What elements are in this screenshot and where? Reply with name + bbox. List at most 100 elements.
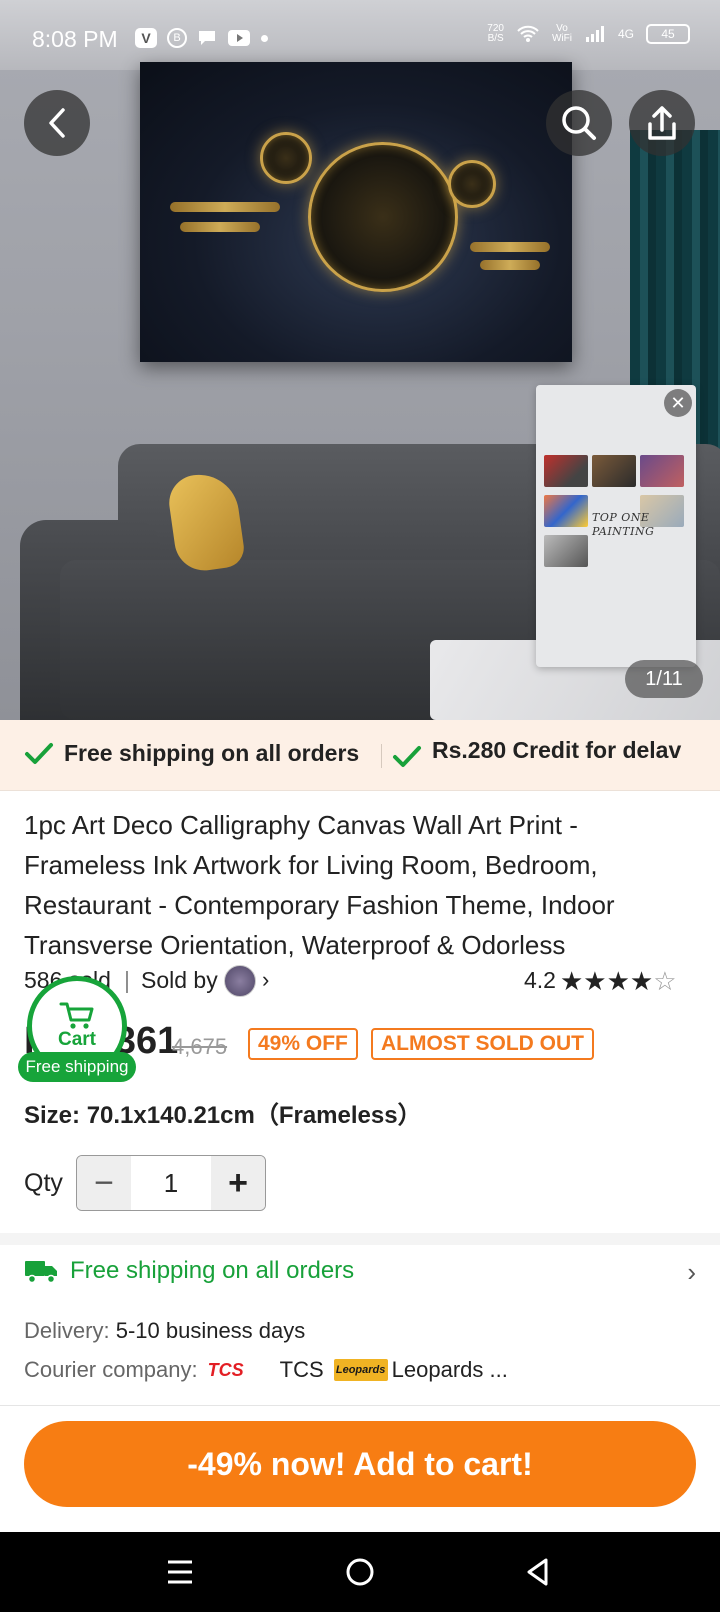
- shipping-section[interactable]: Free shipping on all orders › Delivery: …: [0, 1245, 720, 1405]
- notification-icons: V B: [135, 28, 268, 48]
- lte-label: 4G: [617, 27, 634, 41]
- chevron-right-icon[interactable]: ›: [687, 1257, 696, 1288]
- battery-level: 45: [661, 27, 675, 41]
- shipping-header[interactable]: Free shipping on all orders: [24, 1257, 354, 1285]
- promo-credit: Rs.280 Credit for delav: [392, 730, 692, 770]
- calligraphy-medallion-small: [260, 132, 312, 184]
- divider: [0, 1405, 720, 1406]
- promo-credit-text: Rs.280 Credit for delav: [432, 737, 682, 763]
- star-empty-icon: ☆: [653, 965, 677, 996]
- brand-line-1: TOP ONE: [592, 511, 650, 524]
- qty-value[interactable]: 1: [131, 1156, 211, 1210]
- product-rating[interactable]: 4.2 ★ ★ ★ ★ ☆: [524, 967, 677, 994]
- close-mini-video-button[interactable]: ✕: [664, 389, 692, 417]
- video-thumbnail: [544, 495, 588, 527]
- calligraphy-stroke: [470, 242, 550, 252]
- discount-tag: 49% OFF: [248, 1028, 358, 1060]
- calligraphy-stroke: [180, 222, 260, 232]
- battery-icon: 45: [646, 24, 690, 44]
- sold-by-label[interactable]: Sold by: [141, 967, 218, 994]
- delivery-info: Delivery: 5-10 business days: [24, 1318, 305, 1344]
- signal-icon: [585, 26, 604, 42]
- chat-icon: [199, 31, 215, 45]
- delivery-truck-icon: [25, 1261, 57, 1284]
- share-button[interactable]: [629, 90, 695, 156]
- delivery-label: Delivery:: [24, 1318, 110, 1343]
- back-triangle-icon: [527, 1558, 548, 1586]
- mini-video-player[interactable]: TOP ONE PAINTING ✕: [536, 385, 696, 667]
- plus-icon: +: [228, 1163, 248, 1202]
- calligraphy-stroke: [480, 260, 540, 270]
- quantity-stepper[interactable]: − 1 +: [76, 1155, 266, 1211]
- star-filled-icon: ★: [583, 965, 607, 996]
- youtube-icon: [228, 30, 250, 46]
- b-icon: B: [167, 28, 187, 48]
- calligraphy-medallion-small: [448, 160, 496, 208]
- chevron-left-icon: [49, 108, 65, 138]
- status-time: 8:08 PM: [32, 26, 118, 52]
- video-thumbnail: [544, 535, 588, 567]
- qty-decrease-button[interactable]: −: [77, 1156, 131, 1210]
- check-icon: [393, 746, 421, 767]
- promo-free-shipping: Free shipping on all orders: [24, 740, 359, 767]
- cart-label: Cart: [57, 1029, 96, 1050]
- floating-cart-button[interactable]: Cart Free shipping: [18, 976, 136, 1082]
- product-image-gallery[interactable]: 8:08 PM V B 720 B/S Vo WiFi 4G 45 TOP ON…: [0, 0, 720, 720]
- recent-apps-button[interactable]: [158, 1550, 202, 1594]
- leopards-logo-icon: Leopards: [333, 1359, 388, 1381]
- status-right-icons: 720 B/S Vo WiFi 4G 45: [487, 24, 690, 44]
- size-value: 70.1x140.21cm（Frameless）: [86, 1102, 422, 1129]
- cart-icon: [59, 1002, 94, 1029]
- vpn-icon: V: [135, 28, 157, 48]
- video-thumbnail: [640, 455, 684, 487]
- video-thumbnail: [544, 455, 588, 487]
- home-circle-icon: [346, 1558, 374, 1586]
- check-icon: [25, 742, 53, 764]
- size-row[interactable]: Size: 70.1x140.21cm（Frameless）: [24, 1095, 422, 1130]
- net-speed: 720 B/S: [487, 24, 504, 44]
- close-icon: ✕: [670, 392, 686, 413]
- calligraphy-stroke: [170, 202, 280, 212]
- stock-status-tag: ALMOST SOLD OUT: [371, 1028, 594, 1060]
- calligraphy-medallion: [308, 142, 458, 292]
- promo-divider: [381, 744, 382, 768]
- wifi-calling-label: WiFi: [551, 33, 572, 44]
- star-filled-icon: ★: [606, 965, 630, 996]
- menu-icon: [168, 1560, 192, 1584]
- chevron-right-icon[interactable]: ›: [262, 967, 269, 993]
- search-button[interactable]: [546, 90, 612, 156]
- add-to-cart-button[interactable]: -49% now! Add to cart!: [24, 1421, 696, 1507]
- courier-tcs: TCS: [279, 1357, 324, 1382]
- net-speed-unit: B/S: [487, 33, 504, 44]
- mini-video-brand: TOP ONE PAINTING: [592, 511, 654, 539]
- cart-free-shipping-badge: Free shipping: [18, 1052, 136, 1082]
- qty-increase-button[interactable]: +: [211, 1156, 265, 1210]
- brand-line-2: PAINTING: [592, 525, 655, 538]
- back-button[interactable]: [24, 90, 90, 156]
- quantity-row: Qty − 1 +: [24, 1155, 424, 1211]
- courier-leopards: Leopards ...: [391, 1357, 508, 1382]
- star-filled-icon: ★: [559, 965, 584, 996]
- section-divider: [0, 1233, 720, 1245]
- search-icon: [562, 106, 596, 140]
- courier-label: Courier company:: [24, 1357, 198, 1382]
- delivery-value: 5-10 business days: [115, 1318, 306, 1343]
- home-button[interactable]: [338, 1550, 382, 1594]
- shipping-title: Free shipping on all orders: [70, 1257, 355, 1284]
- product-title: 1pc Art Deco Calligraphy Canvas Wall Art…: [24, 810, 615, 960]
- star-filled-icon: ★: [629, 965, 654, 996]
- size-label: Size:: [24, 1102, 81, 1129]
- qty-label: Qty: [24, 1169, 63, 1197]
- share-icon: [648, 106, 676, 140]
- wifi-icon: [517, 25, 539, 42]
- rating-value: 4.2: [524, 967, 556, 993]
- system-nav-bar: [0, 1532, 720, 1612]
- image-page-counter: 1/11: [625, 660, 703, 698]
- volte-indicator: Vo WiFi: [552, 24, 572, 44]
- promo-strip[interactable]: Free shipping on all orders Rs.280 Credi…: [0, 720, 720, 791]
- seller-avatar[interactable]: [224, 965, 256, 997]
- promo-free-shipping-text: Free shipping on all orders: [64, 740, 360, 766]
- system-back-button[interactable]: [516, 1550, 560, 1594]
- courier-info: Courier company: TCS TCS Leopards Leopar…: [24, 1357, 508, 1383]
- status-bar: 8:08 PM V B 720 B/S Vo WiFi 4G 45: [0, 0, 720, 80]
